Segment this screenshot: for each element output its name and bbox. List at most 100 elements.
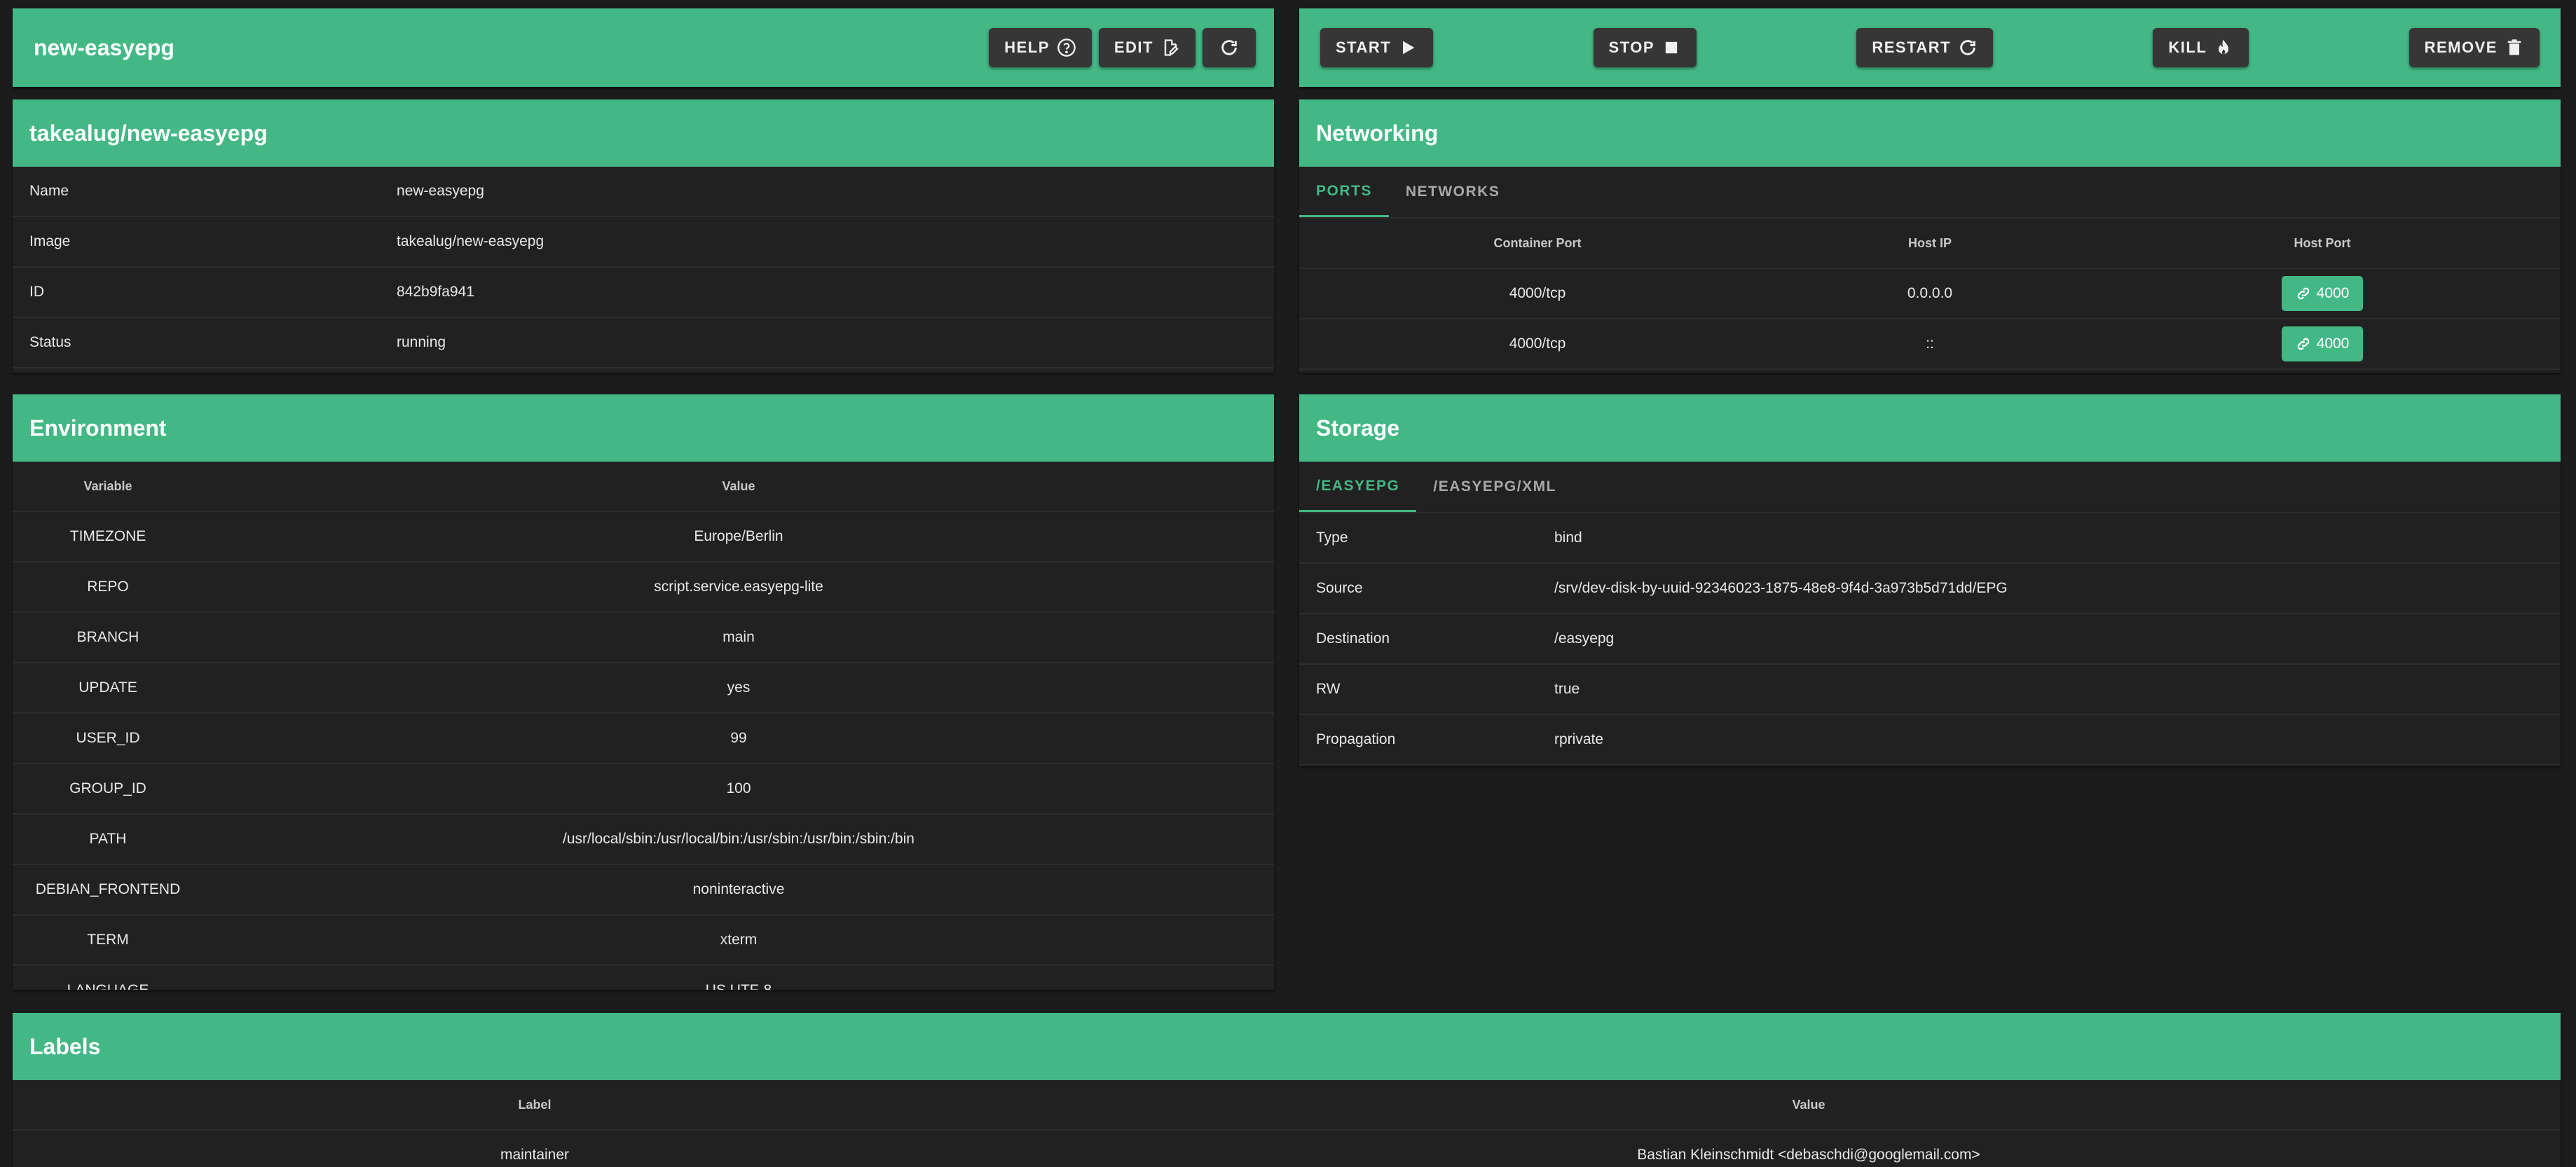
- storage-title: Storage: [1316, 415, 1400, 441]
- host-port-cell: 4000: [2084, 326, 2561, 361]
- container-title: new-easyepg: [34, 34, 174, 60]
- environment-title: Environment: [29, 415, 167, 441]
- env-row: GROUP_ID 100: [13, 764, 1274, 815]
- networking-title: Networking: [1316, 120, 1439, 146]
- env-value: 100: [726, 780, 751, 796]
- env-value: /usr/local/sbin:/usr/local/bin:/usr/sbin…: [563, 831, 914, 847]
- env-value: noninteractive: [692, 881, 785, 897]
- storage-value: true: [1554, 681, 1580, 697]
- storage-table: Type bind Source/srv/dev-disk-by-uuid-9234…: [1299, 513, 2561, 766]
- info-value: new-easyepg: [397, 183, 484, 199]
- storage-key: Source: [1316, 580, 1363, 596]
- column-label: Label: [518, 1097, 551, 1112]
- env-variable: DEBIAN_FRONTEND: [35, 881, 181, 897]
- refresh-button[interactable]: [1203, 28, 1256, 67]
- env-variable: TERM: [87, 932, 129, 948]
- env-variable: REPO: [87, 579, 129, 595]
- restart-icon: [1960, 40, 1975, 55]
- host-port-label: 4000: [2316, 285, 2350, 301]
- kill-button[interactable]: KILL: [2153, 28, 2249, 67]
- container-port: 4000/tcp: [1509, 336, 1566, 352]
- storage-row: Type bind: [1299, 513, 2561, 564]
- help-icon: [1057, 39, 1076, 57]
- storage-card-header: Storage: [1299, 394, 2561, 462]
- play-icon: [1403, 41, 1415, 55]
- env-variable: LANGUAGE: [13, 982, 203, 990]
- networking-tabs: PORTS NETWORKS: [1299, 167, 2561, 219]
- restart-button[interactable]: RESTART: [1856, 28, 1994, 67]
- info-key: Status: [29, 334, 71, 350]
- env-row: BRANCH main: [13, 613, 1274, 663]
- stop-icon: [1665, 41, 1678, 54]
- container-detail-page: new-easyepg HELP EDIT START STOP RESTART…: [0, 0, 2576, 1167]
- env-variable: BRANCH: [76, 629, 139, 645]
- env-row: UPDATE yes: [13, 663, 1274, 714]
- storage-row: Source/srv/dev-disk-by-uuid-92346023-187…: [1299, 564, 2561, 614]
- labels-card: Labels Label Value maintainer Bastian Kle…: [13, 1013, 2561, 1167]
- environment-card-header: Environment: [13, 394, 1274, 462]
- networking-card: Networking PORTS NETWORKS Container Port…: [1299, 99, 2561, 373]
- help-button[interactable]: HELP: [989, 28, 1092, 67]
- kill-button-label: KILL: [2168, 39, 2207, 56]
- storage-key: Destination: [1316, 630, 1390, 647]
- container-port: 4000/tcp: [1509, 285, 1566, 301]
- remove-button[interactable]: REMOVE: [2409, 28, 2540, 67]
- storage-value: rprivate: [1554, 731, 1604, 747]
- remove-button-label: REMOVE: [2424, 39, 2498, 56]
- env-value: 99: [730, 730, 747, 746]
- column-value: Value: [722, 478, 755, 493]
- start-button-label: START: [1336, 39, 1392, 56]
- ports-table: 4000/tcp 0.0.0.0 4000 4000/tcp:: 4000: [1299, 269, 2561, 370]
- labels-title: Labels: [29, 1033, 101, 1059]
- tab-easyepg-xml[interactable]: /EASYEPG/XML: [1416, 462, 1573, 512]
- storage-value: bind: [1554, 530, 1582, 546]
- labels-card-header: Labels: [13, 1013, 2561, 1080]
- info-row: Status running: [13, 318, 1274, 368]
- start-button[interactable]: START: [1320, 28, 1434, 67]
- env-value: Europe/Berlin: [694, 528, 783, 544]
- storage-row: Destination/easyepg: [1299, 614, 2561, 665]
- tab-ports[interactable]: PORTS: [1299, 167, 1389, 217]
- tab-networks[interactable]: NETWORKS: [1389, 167, 1517, 217]
- environment-table[interactable]: TIMEZONE Europe/Berlin REPO script.service.…: [13, 512, 1274, 990]
- info-value: takealug/new-easyepg: [397, 233, 544, 249]
- env-value: yes: [727, 679, 751, 696]
- storage-row: RW true: [1299, 665, 2561, 715]
- info-key: Image: [29, 233, 71, 249]
- host-port-cell: 4000: [2084, 276, 2561, 311]
- column-variable: Variable: [83, 478, 132, 493]
- env-row: TERM xterm: [13, 916, 1274, 966]
- port-row: 4000/tcp 0.0.0.0 4000: [1299, 269, 2561, 319]
- env-variable: TIMEZONE: [69, 528, 146, 544]
- info-row: Image takealug/new-easyepg: [13, 217, 1274, 268]
- ports-table-header: Container Port Host IP Host Port: [1299, 219, 2561, 269]
- storage-value: /srv/dev-disk-by-uuid-92346023-1875-48e8…: [1554, 580, 2008, 596]
- host-port-link[interactable]: 4000: [2281, 326, 2364, 361]
- info-card-header: takealug/new-easyepg: [13, 99, 1274, 167]
- labels-table-header: Label Value: [13, 1080, 2561, 1131]
- stop-button[interactable]: STOP: [1593, 28, 1697, 67]
- host-ip: ::: [1926, 336, 1934, 352]
- help-button-label: HELP: [1004, 39, 1050, 56]
- storage-key: Type: [1316, 530, 1348, 546]
- env-row: PATH/usr/local/sbin:/usr/local/bin:/usr/…: [13, 815, 1274, 865]
- info-value: 842b9fa941: [397, 284, 474, 300]
- env-value: script.service.easyepg-lite: [654, 579, 823, 595]
- info-row: Name new-easyepg: [13, 167, 1274, 217]
- env-row: LANGUAGEUS.UTF-8: [13, 966, 1274, 990]
- host-port-link[interactable]: 4000: [2281, 276, 2364, 311]
- trash-icon: [2507, 39, 2521, 55]
- tab-easyepg[interactable]: /EASYEPG: [1299, 462, 1417, 512]
- link-icon: [2297, 338, 2309, 350]
- env-row: TIMEZONE Europe/Berlin: [13, 512, 1274, 562]
- env-variable: USER_ID: [76, 730, 140, 746]
- info-row: ID 842b9fa941: [13, 268, 1274, 318]
- port-row: 4000/tcp:: 4000: [1299, 319, 2561, 370]
- info-table: Name new-easyepg Image takealug/new-easyepg…: [13, 167, 1274, 368]
- environment-table-header: Variable Value: [13, 462, 1274, 512]
- edit-button[interactable]: EDIT: [1098, 28, 1195, 67]
- container-toolbar: new-easyepg HELP EDIT: [13, 8, 1274, 87]
- env-value: main: [722, 629, 755, 645]
- host-port-label: 4000: [2316, 336, 2350, 352]
- env-row: DEBIAN_FRONTEND noninteractive: [13, 865, 1274, 916]
